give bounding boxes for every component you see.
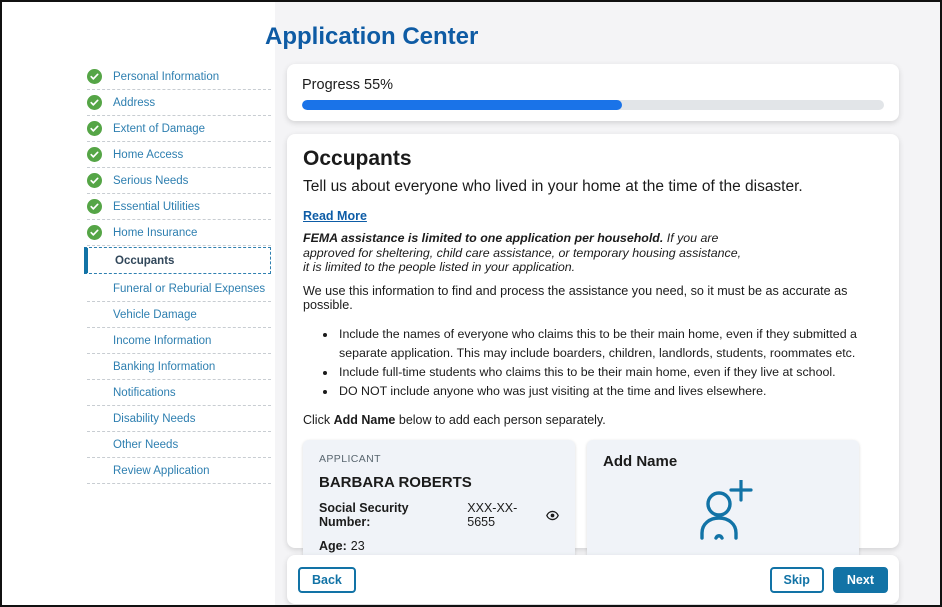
- sidebar-item-label: Home Insurance: [113, 227, 197, 239]
- sidebar-item-label: Extent of Damage: [113, 123, 205, 135]
- sidebar-item-label: Home Access: [113, 149, 183, 161]
- sidebar-item-label: Essential Utilities: [113, 201, 200, 213]
- role-label: APPLICANT: [319, 453, 559, 465]
- sidebar-item-home-insurance[interactable]: Home Insurance: [87, 220, 271, 246]
- nav-icon-spacer: [87, 359, 104, 374]
- footer-right-actions: Skip Next: [770, 567, 889, 593]
- sidebar-item-label: Vehicle Damage: [113, 309, 197, 321]
- occupants-section: Occupants Tell us about everyone who liv…: [287, 134, 899, 548]
- check-circle-icon: [87, 69, 104, 84]
- check-circle-icon: [87, 95, 104, 110]
- hint-suffix: below to add each person separately.: [395, 413, 605, 427]
- sidebar-item-extent-of-damage[interactable]: Extent of Damage: [87, 116, 271, 142]
- fema-note: FEMA assistance is limited to one applic…: [303, 231, 883, 275]
- nav-icon-spacer: [87, 385, 104, 400]
- step-nav: Personal Information Address Extent of D…: [87, 64, 271, 484]
- sidebar-item-label: Review Application: [113, 465, 210, 477]
- ssn-row: Social Security Number: XXX-XX-5655: [319, 501, 559, 529]
- section-subtitle: Tell us about everyone who lived in your…: [303, 178, 883, 196]
- nav-icon-spacer: [89, 253, 106, 268]
- next-button[interactable]: Next: [833, 567, 888, 593]
- nav-icon-spacer: [87, 281, 104, 296]
- nav-icon-spacer: [87, 437, 104, 452]
- nav-icon-spacer: [87, 307, 104, 322]
- age-row: Age: 23: [319, 539, 559, 553]
- age-label: Age:: [319, 539, 347, 553]
- sidebar-item-banking-information[interactable]: Banking Information: [87, 354, 271, 380]
- applicant-name: BARBARA ROBERTS: [319, 474, 559, 491]
- hint-bold: Add Name: [334, 413, 396, 427]
- hint-prefix: Click: [303, 413, 334, 427]
- instruction-item: DO NOT include anyone who was just visit…: [337, 382, 883, 401]
- add-person-icon: [603, 462, 843, 561]
- check-circle-icon: [87, 121, 104, 136]
- sidebar-item-income-information[interactable]: Income Information: [87, 328, 271, 354]
- sidebar-item-label: Occupants: [115, 255, 174, 267]
- nav-icon-spacer: [87, 411, 104, 426]
- progress-bar-track: [302, 100, 884, 110]
- nav-icon-spacer: [87, 463, 104, 478]
- sidebar-item-address[interactable]: Address: [87, 90, 271, 116]
- sidebar-item-personal-information[interactable]: Personal Information: [87, 64, 271, 90]
- fema-note-bold: FEMA assistance is limited to one applic…: [303, 231, 663, 245]
- application-center-page: Personal Information Address Extent of D…: [0, 0, 942, 607]
- sidebar-item-label: Personal Information: [113, 71, 219, 83]
- sidebar-item-label: Address: [113, 97, 155, 109]
- sidebar-item-label: Banking Information: [113, 361, 215, 373]
- sidebar-item-essential-utilities[interactable]: Essential Utilities: [87, 194, 271, 220]
- nav-icon-spacer: [87, 333, 104, 348]
- fema-note-line1: If you are: [663, 231, 718, 245]
- sidebar-item-home-access[interactable]: Home Access: [87, 142, 271, 168]
- sidebar-item-label: Income Information: [113, 335, 211, 347]
- check-circle-icon: [87, 173, 104, 188]
- instruction-item: Include full-time students who claims th…: [337, 363, 883, 382]
- sidebar-item-occupants-current[interactable]: Occupants: [84, 247, 271, 274]
- progress-label: Progress 55%: [302, 77, 884, 93]
- section-heading: Occupants: [303, 147, 883, 171]
- fema-note-line2: approved for sheltering, child care assi…: [303, 246, 883, 261]
- instructions-list: Include the names of everyone who claims…: [337, 325, 883, 402]
- sidebar-item-label: Funeral or Reburial Expenses: [113, 283, 265, 295]
- age-value: 23: [351, 539, 365, 553]
- sidebar-item-label: Other Needs: [113, 439, 178, 451]
- ssn-value: XXX-XX-5655: [467, 501, 545, 529]
- ssn-label: Social Security Number:: [319, 501, 463, 529]
- instruction-item: Include the names of everyone who claims…: [337, 325, 883, 363]
- check-circle-icon: [87, 225, 104, 240]
- fema-note-line3: it is limited to the people listed in yo…: [303, 260, 883, 275]
- read-more-link[interactable]: Read More: [303, 209, 367, 223]
- footer-bar: Back Skip Next: [287, 555, 899, 604]
- page-title: Application Center: [265, 23, 478, 51]
- sidebar: Personal Information Address Extent of D…: [2, 2, 275, 605]
- check-circle-icon: [87, 147, 104, 162]
- sidebar-item-serious-needs[interactable]: Serious Needs: [87, 168, 271, 194]
- sidebar-item-label: Notifications: [113, 387, 176, 399]
- sidebar-item-label: Serious Needs: [113, 175, 188, 187]
- sidebar-item-funeral-or-reburial-expenses[interactable]: Funeral or Reburial Expenses: [87, 276, 271, 302]
- progress-card: Progress 55%: [287, 64, 899, 121]
- sidebar-item-other-needs[interactable]: Other Needs: [87, 432, 271, 458]
- back-button[interactable]: Back: [298, 567, 356, 593]
- usage-note: We use this information to find and proc…: [303, 284, 883, 312]
- sidebar-item-vehicle-damage[interactable]: Vehicle Damage: [87, 302, 271, 328]
- progress-bar-fill: [302, 100, 622, 110]
- sidebar-item-notifications[interactable]: Notifications: [87, 380, 271, 406]
- skip-button[interactable]: Skip: [770, 567, 824, 593]
- sidebar-item-disability-needs[interactable]: Disability Needs: [87, 406, 271, 432]
- check-circle-icon: [87, 199, 104, 214]
- sidebar-item-label: Disability Needs: [113, 413, 195, 425]
- eye-icon[interactable]: [546, 510, 559, 521]
- sidebar-item-review-application[interactable]: Review Application: [87, 458, 271, 484]
- click-add-name-hint: Click Add Name below to add each person …: [303, 413, 883, 427]
